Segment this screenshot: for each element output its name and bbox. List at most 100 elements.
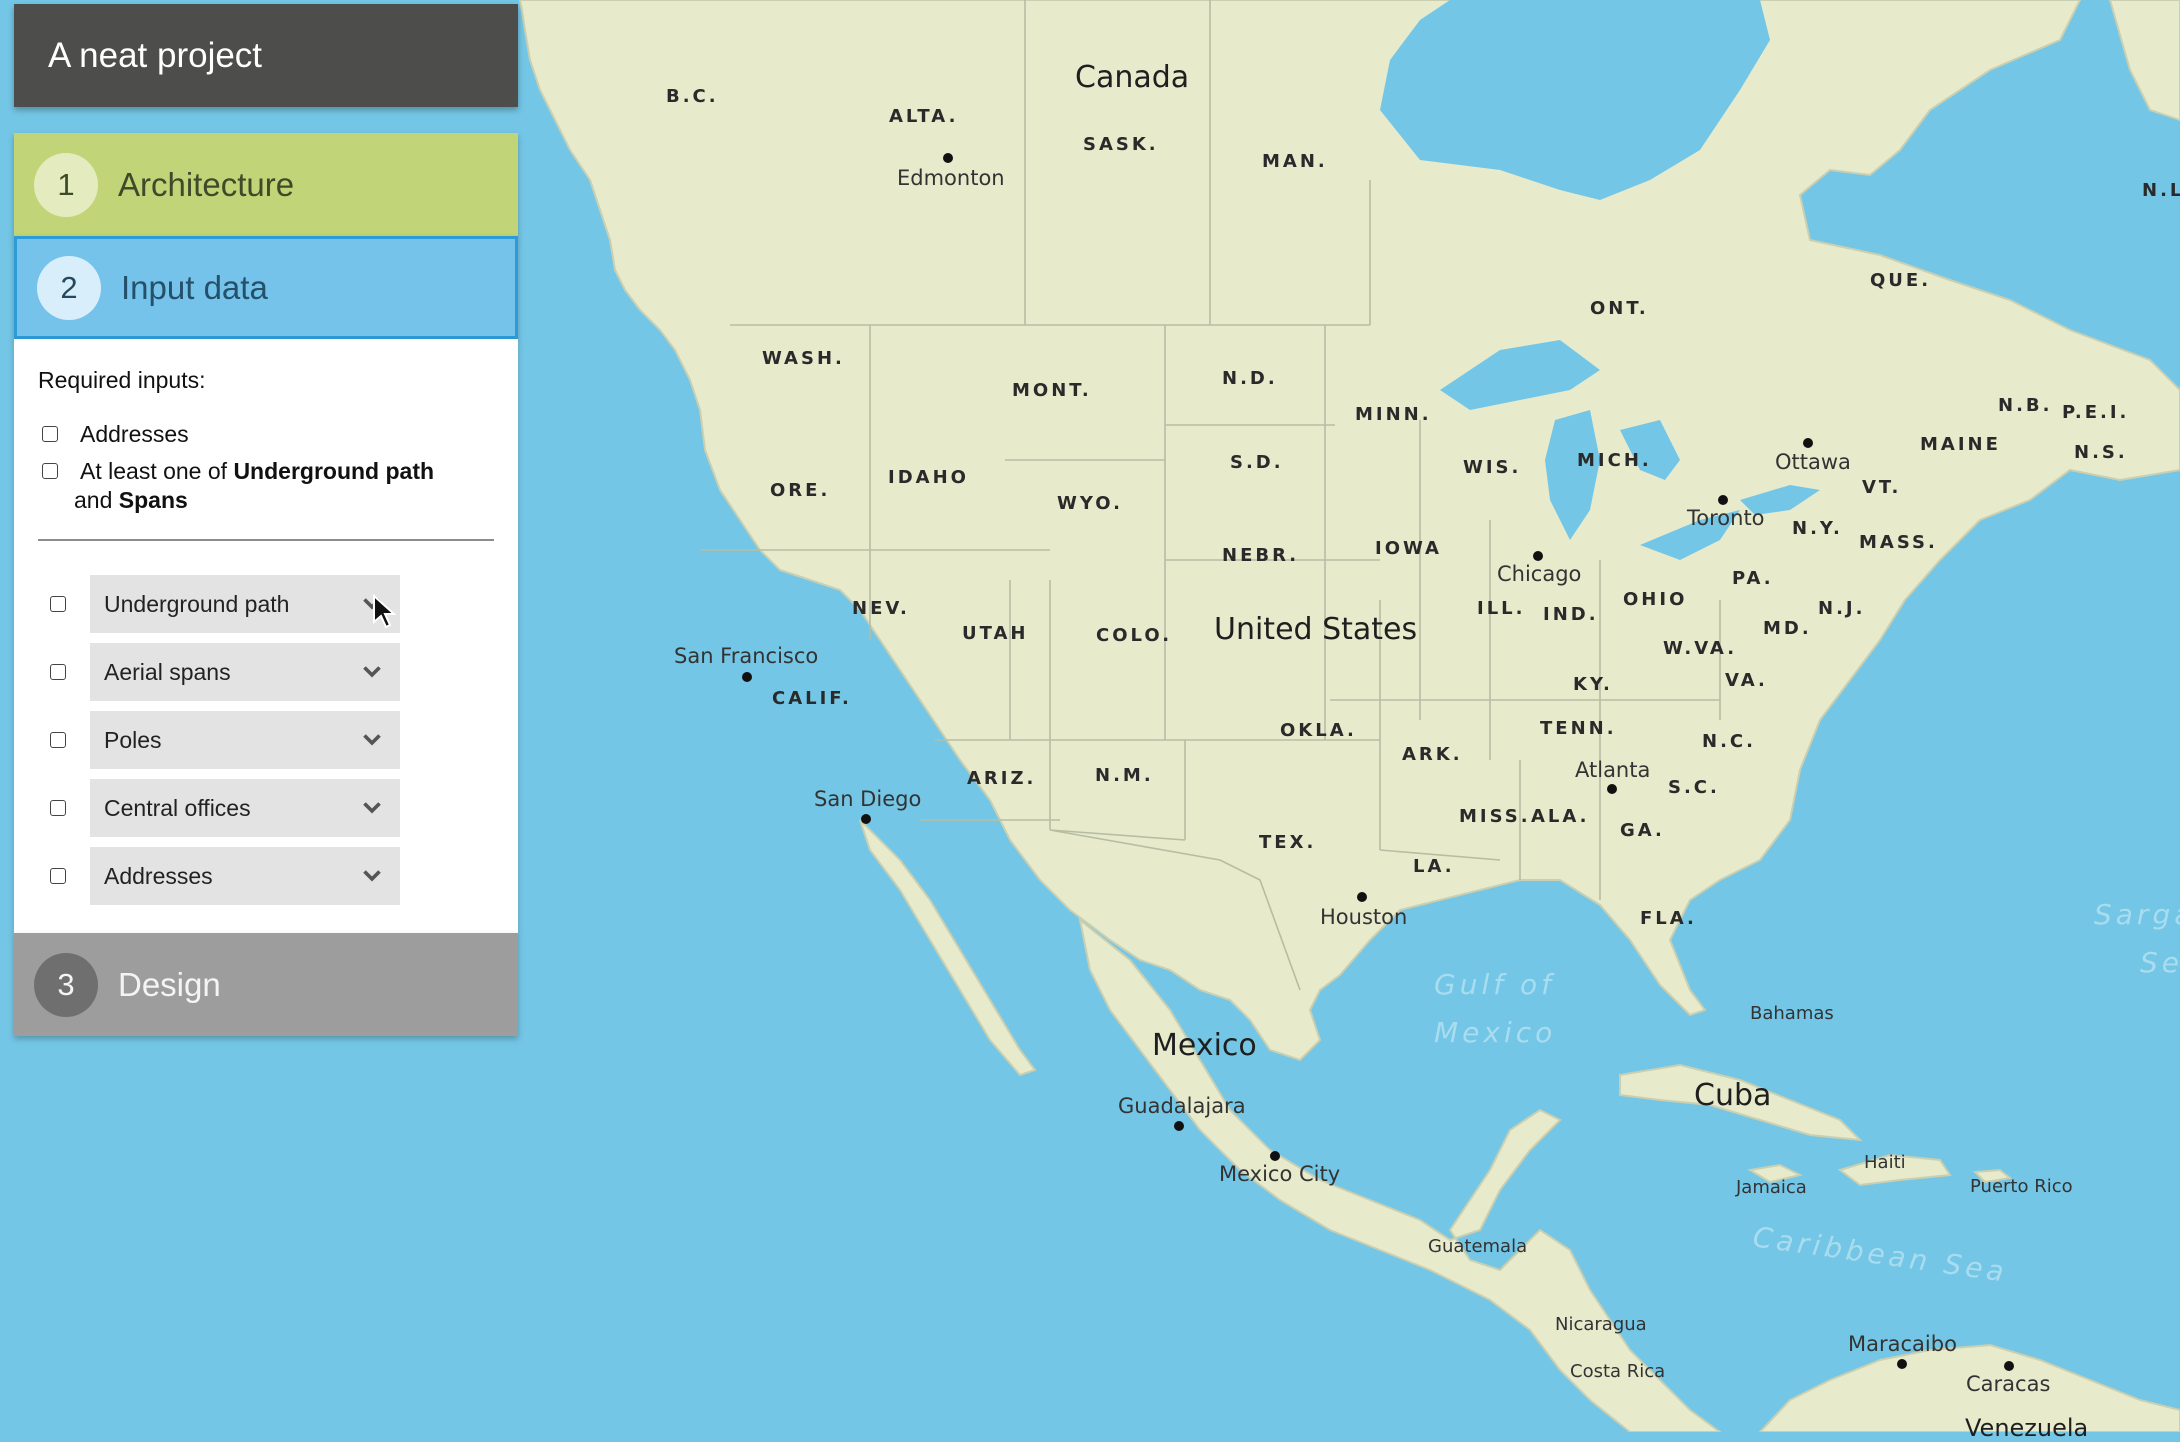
layer-row: Underground path [38, 575, 494, 633]
city-dot [943, 153, 953, 163]
map-label-state: OKLA. [1280, 720, 1357, 741]
city-dot [2004, 1361, 2014, 1371]
map-label-city: Haiti [1864, 1152, 1906, 1173]
map-label-state: TEX. [1259, 832, 1317, 853]
required-item-label: Addresses [80, 421, 189, 447]
map-label-city: Costa Rica [1570, 1361, 1666, 1382]
required-item: At least one of Underground path and Spa… [38, 457, 494, 515]
map-label-country: Canada [1075, 60, 1190, 95]
step-design[interactable]: 3 Design [14, 933, 518, 1036]
city-dot [1607, 784, 1617, 794]
input-data-content: Required inputs: Addresses At least one … [14, 339, 518, 933]
map-label-state: S.D. [1230, 452, 1284, 473]
layer-checkbox[interactable] [50, 596, 66, 612]
step-input-data[interactable]: 2 Input data [14, 236, 518, 339]
map-label-state: MONT. [1012, 380, 1092, 401]
map-label-state: N.J. [1818, 598, 1866, 619]
map-label-city: San Diego [814, 787, 922, 811]
map-label-city: Edmonton [897, 166, 1005, 190]
map-label-state: ORE. [770, 480, 831, 501]
city-dot [1897, 1359, 1907, 1369]
map-label-water: Se [2140, 946, 2180, 979]
layer-select-label: Poles [104, 726, 162, 753]
map-label-state: ONT. [1590, 298, 1649, 319]
layer-select[interactable]: Underground path [90, 575, 400, 633]
map-label-state: MICH. [1577, 450, 1652, 471]
map-label-city: Guadalajara [1118, 1094, 1246, 1118]
step-label: Input data [121, 268, 268, 306]
map-label-state: N.Y. [1792, 518, 1843, 539]
map-label-city: Toronto [1687, 506, 1765, 530]
map-label-state: MAINE [1920, 434, 2001, 455]
map-label-state: VA. [1725, 670, 1768, 691]
layer-select-label: Underground path [104, 590, 290, 617]
city-dot [1803, 438, 1813, 448]
map-label-country: Cuba [1694, 1078, 1772, 1113]
map-label-country: Venezuela [1965, 1414, 2089, 1442]
map-label-city: Guatemala [1428, 1236, 1528, 1257]
map-label-state: P.E.I. [2062, 402, 2130, 423]
map-label-state: N.M. [1095, 765, 1154, 786]
layer-select-label: Aerial spans [104, 658, 231, 685]
divider [38, 539, 494, 541]
city-dot [1533, 551, 1543, 561]
map-label-state: NEV. [852, 598, 910, 619]
required-item: Addresses [38, 420, 494, 449]
map-label-state: MINN. [1355, 404, 1432, 425]
map-label-state: W.VA. [1663, 638, 1738, 659]
map-label-state: VT. [1862, 477, 1902, 498]
map-label-city: Puerto Rico [1970, 1176, 2073, 1197]
layer-checkbox[interactable] [50, 664, 66, 680]
map-label-state: IDAHO [888, 467, 969, 488]
step-number-badge: 2 [37, 255, 101, 320]
required-item-label: At least one of Underground path and Spa… [74, 458, 435, 513]
mouse-cursor-icon [373, 594, 397, 629]
map-label-state: CALIF. [772, 688, 852, 709]
map-label-city: Maracaibo [1848, 1332, 1957, 1356]
required-checkbox[interactable] [42, 426, 58, 442]
layer-checkbox[interactable] [50, 868, 66, 884]
step-label: Architecture [118, 165, 295, 203]
layer-select-label: Central offices [104, 794, 251, 821]
required-checkbox[interactable] [42, 463, 58, 479]
map-label-city: Jamaica [1736, 1177, 1807, 1198]
layer-select[interactable]: Addresses [90, 847, 400, 905]
map-label-city: Nicaragua [1555, 1314, 1647, 1335]
chevron-down-icon [363, 666, 381, 678]
map-label-state: KY. [1573, 674, 1613, 695]
layer-row: Poles [38, 711, 494, 769]
city-dot [742, 672, 752, 682]
map-label-water: Sarga [2094, 898, 2180, 931]
map-label-water: Mexico [1434, 1016, 1557, 1049]
layer-select[interactable]: Poles [90, 711, 400, 769]
map-label-state: ALA. [1531, 806, 1590, 827]
layer-checkbox[interactable] [50, 800, 66, 816]
map-label-state: N.L. [2142, 180, 2180, 201]
map-label-state: S.C. [1668, 777, 1720, 798]
map-label-country: United States [1214, 612, 1418, 647]
layer-checkbox[interactable] [50, 732, 66, 748]
map-label-city: San Francisco [674, 644, 819, 668]
map-label-city: Caracas [1966, 1372, 2051, 1396]
map-label-state: OHIO [1623, 589, 1688, 610]
map-label-state: MISS. [1459, 806, 1531, 827]
map-label-state: PA. [1732, 568, 1774, 589]
workflow-panel: A neat project 1 Architecture 2 Input da… [14, 4, 518, 1036]
map-label-state: GA. [1620, 820, 1665, 841]
required-inputs-title: Required inputs: [38, 367, 206, 393]
city-dot [1270, 1151, 1280, 1161]
layer-select[interactable]: Aerial spans [90, 643, 400, 701]
chevron-down-icon [363, 802, 381, 814]
step-number-badge: 3 [34, 952, 98, 1017]
layer-row: Addresses [38, 847, 494, 905]
layer-select-label: Addresses [104, 862, 213, 889]
step-architecture[interactable]: 1 Architecture [14, 133, 518, 236]
map-label-city: Mexico City [1219, 1162, 1341, 1186]
map-label-state: MASS. [1859, 532, 1938, 553]
map-label-state: COLO. [1096, 625, 1173, 646]
city-dot [1718, 495, 1728, 505]
layer-row: Aerial spans [38, 643, 494, 701]
map-label-state: SASK. [1083, 134, 1159, 155]
map-label-state: WYO. [1057, 493, 1123, 514]
layer-select[interactable]: Central offices [90, 779, 400, 837]
